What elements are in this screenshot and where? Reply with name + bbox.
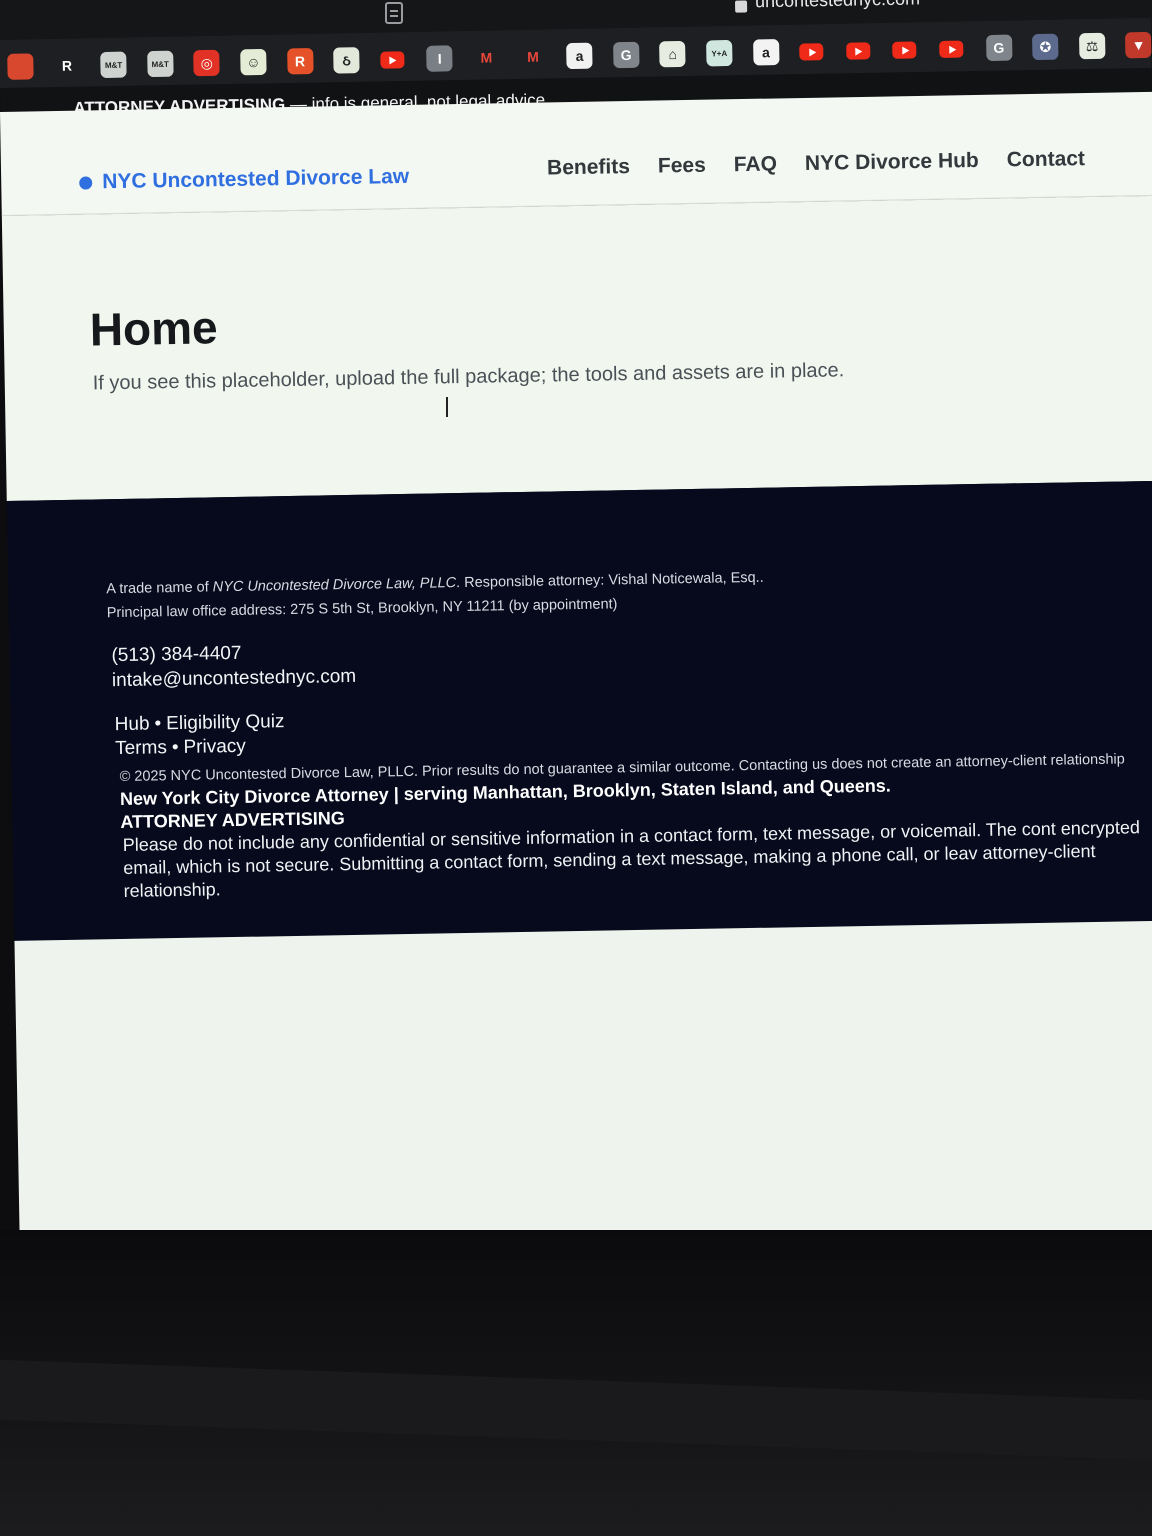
youtube-icon[interactable] — [939, 40, 964, 58]
state-map-icon[interactable]: ⌂ — [659, 40, 686, 68]
youtube-icon[interactable] — [799, 43, 824, 61]
nav-faq[interactable]: FAQ — [734, 152, 778, 177]
site-footer: A trade name of NYC Uncontested Divorce … — [6, 480, 1152, 941]
r-square-icon[interactable]: R — [286, 47, 314, 75]
logo-dot-icon — [79, 175, 93, 190]
yplus-icon[interactable]: Y+A — [706, 39, 733, 67]
empty-page-area — [14, 920, 1152, 1252]
nav-benefits[interactable]: Benefits — [547, 155, 630, 180]
footer-link-eligibility-quiz[interactable]: Eligibility Quiz — [166, 711, 285, 734]
footer-links: Hub • Eligibility Quiz Terms • Privacy — [115, 710, 286, 761]
scales-icon[interactable]: ⚖ — [1078, 32, 1106, 60]
youtube-icon[interactable] — [892, 41, 917, 59]
g-icon[interactable]: G — [985, 34, 1013, 62]
g-icon[interactable]: G — [612, 41, 640, 69]
footer-link-privacy[interactable]: Privacy — [183, 736, 246, 758]
site-header: NYC Uncontested Divorce Law Benefits Fee… — [0, 91, 1152, 216]
footer-links-row-2: Terms • Privacy — [115, 734, 285, 761]
r-letter-icon[interactable]: R — [53, 52, 81, 79]
lock-icon — [734, 0, 748, 13]
nav-fees[interactable]: Fees — [658, 154, 706, 179]
flag-icon[interactable]: ▼ — [1125, 31, 1152, 59]
gmail-icon[interactable]: M — [519, 43, 547, 71]
main-nav: Benefits Fees FAQ NYC Divorce Hub Contac… — [547, 147, 1085, 180]
gmail-icon[interactable]: M — [473, 44, 500, 71]
hero-section: Home If you see this placeholder, upload… — [1, 195, 1152, 501]
smile-icon[interactable]: ☺ — [240, 48, 267, 76]
youtube-icon[interactable] — [845, 42, 871, 60]
site-name: NYC Uncontested Divorce Law — [102, 164, 410, 194]
site-logo[interactable]: NYC Uncontested Divorce Law — [79, 165, 409, 195]
trade-name-info: A trade name of NYC Uncontested Divorce … — [106, 566, 764, 625]
footer-links-row-1: Hub • Eligibility Quiz — [115, 710, 285, 737]
footer-advertising-label: ATTORNEY ADVERTISING — [120, 808, 345, 833]
seal-icon[interactable]: ✪ — [1032, 33, 1059, 61]
swirl-icon[interactable]: ઠ — [333, 47, 360, 74]
placeholder-text: If you see this placeholder, upload the … — [92, 359, 845, 395]
screen-bezel — [0, 1230, 1152, 1536]
photo-frame: uncontestednyc.com RM&TM&T◎☺RઠIMMaG⌂Y+Aa… — [0, 0, 1152, 1536]
web-page: NYC Uncontested Divorce Law Benefits Fee… — [0, 91, 1152, 1252]
nav-contact[interactable]: Contact — [1007, 147, 1086, 172]
firm-legal-name: NYC Uncontested Divorce Law, PLLC — [212, 575, 457, 596]
puzzle-icon[interactable] — [7, 53, 34, 80]
nav-divorce-hub[interactable]: NYC Divorce Hub — [805, 149, 979, 176]
url-text: uncontestednyc.com — [755, 0, 920, 12]
link-separator: • — [171, 736, 179, 759]
page-title: Home — [89, 301, 219, 356]
youtube-icon[interactable] — [380, 51, 405, 69]
footer-link-hub[interactable]: Hub — [115, 713, 150, 735]
mt-icon[interactable]: M&T — [146, 50, 174, 78]
target-icon[interactable]: ◎ — [193, 49, 221, 77]
mt-icon[interactable]: M&T — [100, 51, 127, 79]
email-link[interactable]: intake@uncontestednyc.com — [112, 666, 357, 692]
text-cursor-icon — [446, 397, 448, 417]
amazon-icon[interactable]: a — [752, 39, 780, 66]
info-icon[interactable]: I — [426, 45, 453, 72]
address-bar[interactable]: uncontestednyc.com — [734, 0, 920, 13]
page-icon[interactable] — [385, 2, 403, 24]
footer-link-terms[interactable]: Terms — [115, 737, 167, 759]
link-separator: • — [154, 713, 162, 735]
phone-link[interactable]: (513) 384-4407 — [111, 643, 241, 667]
a-circle-icon[interactable]: a — [566, 42, 593, 70]
